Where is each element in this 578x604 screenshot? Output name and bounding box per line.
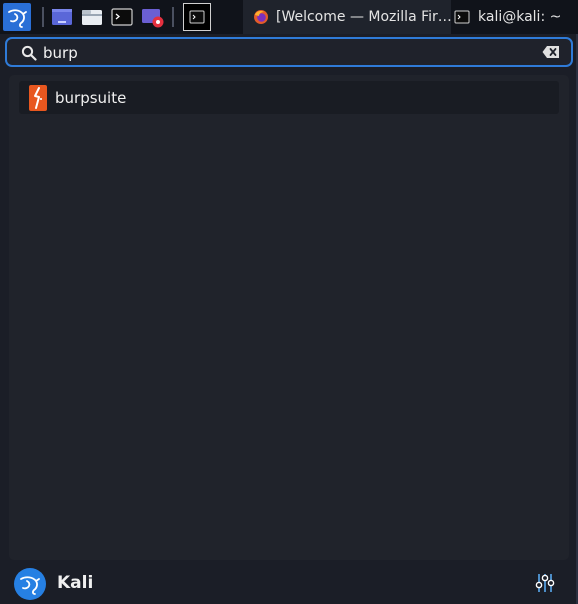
- desktop-icon: [52, 9, 72, 25]
- taskbar-item-label: [Welcome — Mozilla Fir…: [276, 9, 451, 25]
- screen-recorder-button[interactable]: [141, 7, 164, 28]
- kali-dragon-icon: [8, 9, 27, 28]
- panel-separator: [172, 7, 174, 27]
- user-name: Kali: [57, 573, 94, 593]
- whisker-menu-window: [Welcome — Mozilla Fir… kali@kali: ~ bur…: [0, 0, 578, 604]
- search-box[interactable]: [5, 37, 573, 67]
- terminal-icon: [189, 10, 205, 24]
- panel-separator: [42, 7, 44, 27]
- taskbar-item-terminal[interactable]: kali@kali: ~: [452, 0, 572, 34]
- terminal-launcher-button[interactable]: [111, 7, 133, 27]
- workspace-switcher[interactable]: [183, 3, 211, 31]
- screen-recorder-icon: [142, 9, 164, 28]
- top-panel: [Welcome — Mozilla Fir… kali@kali: ~: [0, 0, 578, 34]
- search-results-list: burpsuite: [9, 75, 569, 560]
- settings-sliders-icon[interactable]: [535, 572, 555, 594]
- search-result-item[interactable]: burpsuite: [19, 81, 559, 114]
- avatar: [14, 568, 46, 600]
- show-desktop-button[interactable]: [51, 7, 73, 27]
- kali-menu-button[interactable]: [3, 3, 31, 31]
- taskbar-item-firefox[interactable]: [Welcome — Mozilla Fir…: [243, 0, 451, 34]
- firefox-icon: [254, 10, 268, 24]
- file-manager-button[interactable]: [81, 7, 103, 27]
- terminal-icon: [454, 10, 470, 24]
- search-result-label: burpsuite: [55, 88, 127, 107]
- menu-footer: Kali: [0, 563, 578, 604]
- terminal-icon: [111, 8, 133, 26]
- kali-dragon-icon: [20, 576, 40, 595]
- search-input[interactable]: [43, 41, 523, 65]
- clear-search-icon[interactable]: [542, 45, 560, 59]
- folder-icon: [82, 10, 102, 25]
- taskbar-item-label: kali@kali: ~: [478, 9, 562, 25]
- burpsuite-icon: [29, 84, 47, 111]
- search-icon: [21, 45, 37, 61]
